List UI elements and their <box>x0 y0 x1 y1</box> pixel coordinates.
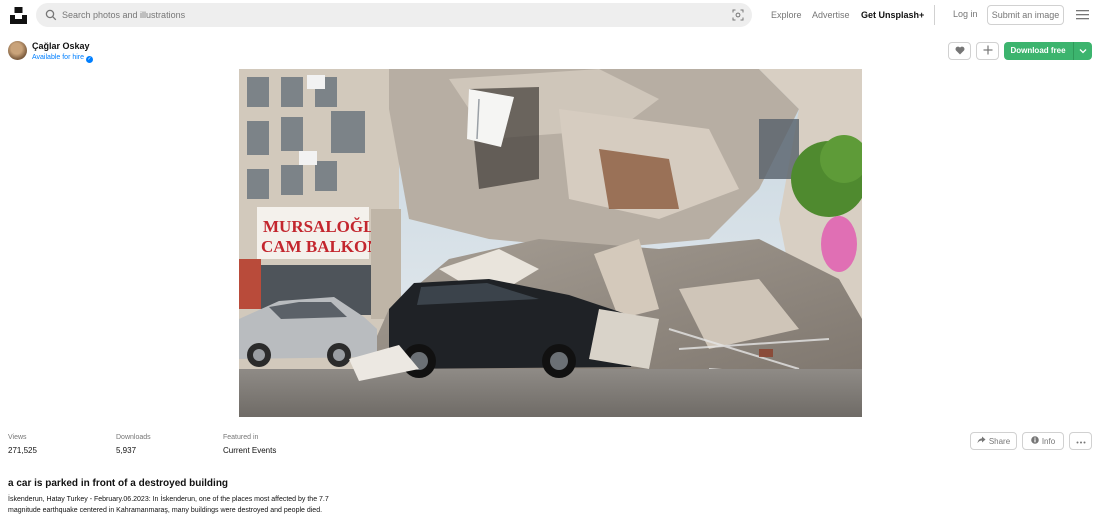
search-icon[interactable] <box>45 9 57 21</box>
ellipsis-icon <box>1076 437 1086 446</box>
info-button[interactable]: Info <box>1022 432 1064 450</box>
featured-in-label: Featured in <box>223 434 259 441</box>
downloads-value: 5,937 <box>116 446 137 455</box>
more-options-button[interactable] <box>1069 432 1092 450</box>
like-button[interactable] <box>948 42 971 60</box>
shop-sign-line2: CAM BALKON <box>261 237 380 256</box>
hire-status-text: Available for hire <box>32 54 85 61</box>
submit-image-button[interactable]: Submit an image <box>987 5 1064 25</box>
share-button[interactable]: Share <box>970 432 1017 450</box>
unsplash-logo-icon[interactable] <box>9 6 28 25</box>
plus-icon <box>983 44 993 58</box>
login-link[interactable]: Log in <box>953 9 978 19</box>
nav-advertise-link[interactable]: Advertise <box>812 9 850 21</box>
download-free-label: Download free <box>1010 46 1066 55</box>
nav-explore-link[interactable]: Explore <box>771 9 802 21</box>
downloads-label: Downloads <box>116 434 151 441</box>
available-for-hire-link[interactable]: Available for hire ✓ <box>32 53 94 63</box>
top-navigation: Search photos and illustrations Explore … <box>0 0 1100 31</box>
search-bar[interactable]: Search photos and illustrations <box>36 3 752 27</box>
share-arrow-icon <box>977 436 986 446</box>
visual-search-icon[interactable] <box>732 9 744 21</box>
nav-get-unsplash-plus-link[interactable]: Get Unsplash+ <box>861 9 924 21</box>
info-label: Info <box>1041 436 1056 446</box>
hamburger-menu-icon[interactable] <box>1076 9 1089 20</box>
nav-divider <box>934 5 935 25</box>
photo-title: a car is parked in front of a destroyed … <box>8 478 229 489</box>
info-icon <box>1031 436 1039 446</box>
views-label: Views <box>8 434 27 441</box>
photo-description: İskenderun, Hatay Turkey - February.06.2… <box>8 496 329 514</box>
shop-sign-line1: MURSALOĞLU <box>263 217 387 236</box>
photographer-avatar[interactable] <box>8 41 27 60</box>
download-free-button[interactable]: Download free <box>1004 42 1092 60</box>
heart-icon <box>955 44 965 58</box>
verified-check-icon: ✓ <box>86 56 94 63</box>
photographer-name-link[interactable]: Çağlar Oskay <box>32 41 90 52</box>
add-to-collection-button[interactable] <box>976 42 999 60</box>
views-value: 271,525 <box>8 446 37 455</box>
main-photo[interactable]: MURSALOĞLU CAM BALKON <box>239 69 862 417</box>
chevron-down-icon[interactable] <box>1074 42 1092 60</box>
featured-in-link[interactable]: Current Events <box>223 446 276 456</box>
search-input[interactable]: Search photos and illustrations <box>62 3 185 27</box>
share-label: Share <box>988 436 1011 446</box>
